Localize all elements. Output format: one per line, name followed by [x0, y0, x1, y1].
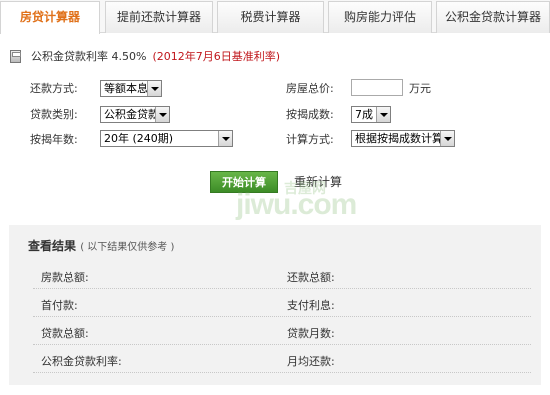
tab-prepayment-calculator[interactable]: 提前还款计算器: [105, 1, 213, 33]
tab-mortgage-calculator[interactable]: 房贷计算器: [0, 1, 100, 34]
results-note: ( 以下结果仅供参考 ): [80, 242, 175, 253]
result-row: 贷款总额: 贷款月数:: [33, 317, 531, 345]
tab-tax-calculator[interactable]: 税费计算器: [217, 1, 324, 33]
tab-affordability[interactable]: 购房能力评估: [328, 1, 432, 33]
provident-rate-label: 公积金贷款利率:: [41, 355, 122, 368]
ratio-select-value: 7成: [355, 108, 373, 121]
results-panel: 查看结果 ( 以下结果仅供参考 ) 房款总额: 还款总额: 首付款: 支付利息:…: [9, 225, 541, 385]
chevron-down-icon: [218, 131, 232, 146]
results-title: 查看结果: [28, 239, 77, 253]
tab-provident-fund-calculator[interactable]: 公积金贷款计算器: [436, 1, 550, 33]
loan-type-select-value: 公积金贷款: [104, 108, 159, 121]
ratio-label: 按揭成数:: [286, 108, 334, 121]
years-label: 按揭年数:: [30, 133, 78, 146]
result-row: 首付款: 支付利息:: [33, 289, 531, 317]
chevron-down-icon: [155, 107, 169, 122]
watermark-logo: jiwu.com: [236, 188, 357, 221]
loan-months-label: 贷款月数:: [287, 327, 335, 340]
results-heading: 查看结果 ( 以下结果仅供参考 ): [28, 237, 174, 254]
loan-type-select[interactable]: 公积金贷款: [100, 106, 170, 123]
repayment-select[interactable]: 等额本息: [100, 80, 162, 97]
chevron-down-icon: [376, 107, 390, 122]
loan-total-label: 贷款总额:: [41, 327, 89, 340]
total-price-input[interactable]: [351, 79, 403, 96]
total-house-price-label: 房款总额:: [41, 271, 89, 284]
result-row: 公积金贷款利率: 月均还款:: [33, 345, 531, 373]
years-select[interactable]: 20年 (240期): [100, 130, 233, 147]
watermark: 吉屋网 jiwu.com: [236, 178, 396, 228]
rate-note: (2012年7月6日基准利率): [152, 50, 281, 63]
rate-line: 公积金贷款利率 4.50% (2012年7月6日基准利率): [10, 49, 280, 63]
total-repayment-label: 还款总额:: [287, 271, 335, 284]
repayment-select-value: 等额本息: [104, 82, 148, 95]
chevron-down-icon: [440, 131, 454, 146]
method-select[interactable]: 根据按揭成数计算: [351, 130, 455, 147]
monthly-payment-label: 月均还款:: [287, 355, 335, 368]
ratio-select[interactable]: 7成: [351, 106, 391, 123]
method-select-value: 根据按揭成数计算: [355, 132, 443, 145]
rate-label: 公积金贷款利率 4.50%: [31, 50, 147, 63]
chevron-down-icon: [147, 81, 161, 96]
down-payment-label: 首付款:: [41, 299, 78, 312]
loan-type-label: 贷款类别:: [30, 108, 78, 121]
years-select-value: 20年 (240期): [104, 132, 174, 145]
total-price-unit: 万元: [409, 82, 431, 95]
calculator-icon: [10, 49, 21, 63]
method-label: 计算方式:: [286, 133, 334, 146]
interest-paid-label: 支付利息:: [287, 299, 335, 312]
tab-bar: 房贷计算器 提前还款计算器 税费计算器 购房能力评估 公积金贷款计算器: [0, 0, 550, 34]
repayment-label: 还款方式:: [30, 82, 78, 95]
total-price-label: 房屋总价:: [286, 82, 334, 95]
result-row: 房款总额: 还款总额:: [33, 261, 531, 289]
